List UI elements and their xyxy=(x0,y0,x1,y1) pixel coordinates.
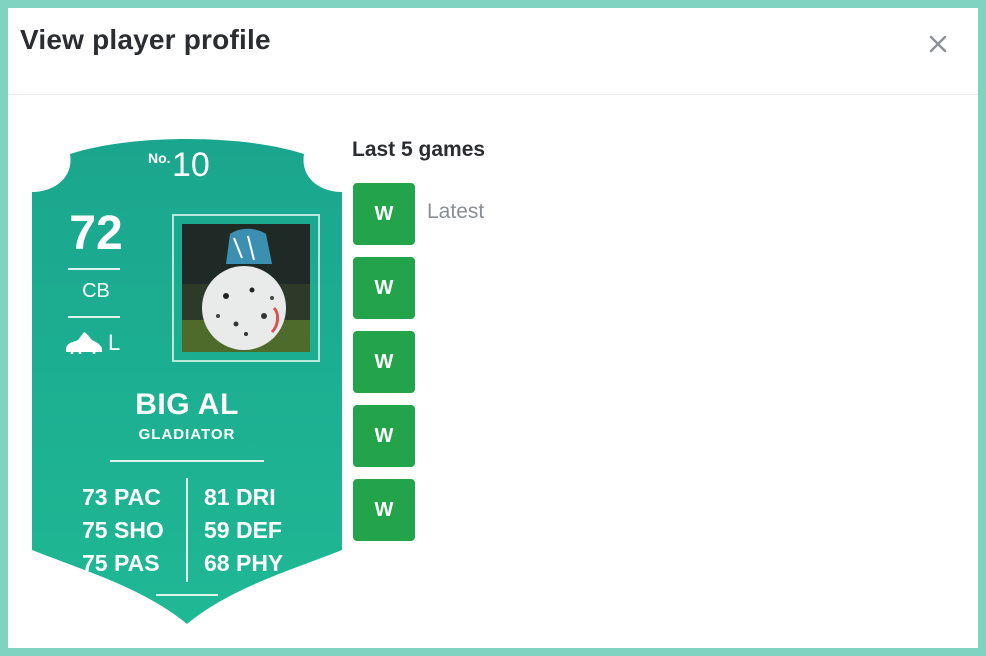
jersey-number: 10 xyxy=(172,146,210,184)
stat-def: 59 DEF xyxy=(204,517,282,543)
position: CB xyxy=(82,280,110,302)
preferred-foot: L xyxy=(108,330,121,355)
player-name: BIG AL xyxy=(135,388,239,421)
dialog-header: View player profile xyxy=(8,8,978,95)
close-icon[interactable] xyxy=(924,30,952,58)
last-games-title: Last 5 games xyxy=(352,138,486,161)
player-card: No. 10 72 CB L BIG AL GLADIATOR 73 PAC 7… xyxy=(30,130,344,626)
football-image xyxy=(182,224,310,352)
game-result[interactable]: W xyxy=(353,257,415,319)
divider xyxy=(110,460,264,462)
stats-divider xyxy=(186,478,188,582)
player-photo xyxy=(172,214,320,362)
stat-sho: 75 SHO xyxy=(82,517,164,543)
player-profile-dialog: View player profile No. 10 72 CB L BIG A… xyxy=(8,8,978,648)
stat-phy: 68 PHY xyxy=(204,550,284,576)
divider xyxy=(68,268,120,270)
latest-label: Latest xyxy=(427,200,485,223)
game-result[interactable]: W xyxy=(353,405,415,467)
divider xyxy=(156,594,218,596)
jersey-number-label: No. xyxy=(148,150,171,166)
game-result[interactable]: W xyxy=(353,183,415,245)
stat-dri: 81 DRI xyxy=(204,484,276,510)
game-result[interactable]: W xyxy=(353,331,415,393)
overall-rating: 72 xyxy=(69,207,123,260)
boot-icon xyxy=(64,330,134,356)
divider xyxy=(68,316,120,318)
stat-pas: 75 PAS xyxy=(82,550,160,576)
stat-pac: 73 PAC xyxy=(82,484,161,510)
game-result[interactable]: W xyxy=(353,479,415,541)
dialog-title: View player profile xyxy=(20,24,271,55)
player-club: GLADIATOR xyxy=(138,426,236,443)
